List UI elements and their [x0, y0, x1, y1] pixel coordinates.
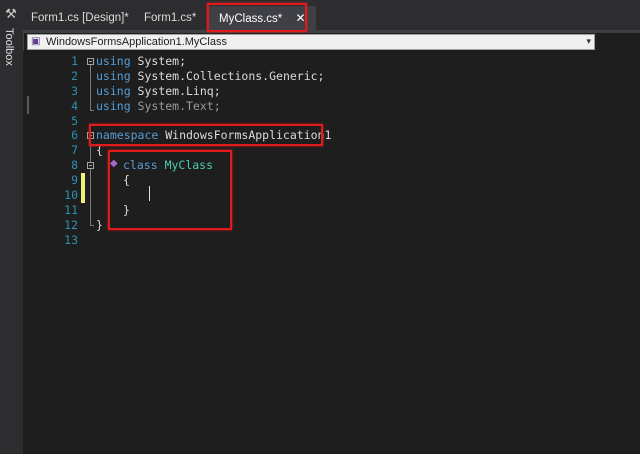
line-number: 1 [71, 54, 78, 68]
line-number: 5 [71, 114, 78, 128]
tab-label: Form1.cs [Design]* [31, 12, 129, 24]
code-text: System.Collections.Generic; [130, 69, 325, 83]
tab-label: Form1.cs* [144, 12, 197, 24]
code-text-unused: System.Text; [130, 99, 221, 113]
code-line[interactable]: using System.Linq; [96, 84, 221, 99]
annotation-highlight-namespace [89, 124, 323, 146]
line-number: 7 [71, 143, 78, 157]
fold-guide [90, 65, 91, 111]
changed-line-marker [81, 188, 85, 203]
document-tab-strip: Form1.cs [Design]* Form1.cs* MyClass.cs*… [23, 0, 640, 33]
keyword: using [96, 69, 131, 83]
chevron-down-icon[interactable]: ▾ [586, 35, 591, 49]
toolbox-icon[interactable]: ⚒ [4, 8, 18, 22]
fold-guide [90, 110, 94, 111]
line-number: 13 [64, 233, 78, 247]
changed-line-marker [81, 173, 85, 188]
line-number: 2 [71, 69, 78, 83]
type-navigation-dropdown[interactable]: ▣ WindowsFormsApplication1.MyClass ▾ [27, 34, 595, 50]
line-number: 11 [64, 203, 78, 217]
line-number: 3 [71, 84, 78, 98]
line-number: 9 [71, 173, 78, 187]
fold-guide [90, 225, 94, 226]
toolbox-label[interactable]: Toolbox [3, 28, 15, 66]
line-number: 8 [71, 158, 78, 172]
tab-strip-divider [23, 30, 640, 33]
line-number: 4 [71, 99, 78, 113]
annotation-highlight-tab [207, 3, 307, 32]
line-number: 6 [71, 128, 78, 142]
collapse-icon[interactable] [87, 58, 94, 65]
code-line[interactable]: using System.Collections.Generic; [96, 69, 325, 84]
editor-margin-marker [27, 96, 29, 114]
line-number: 10 [64, 188, 78, 202]
code-text: System.Linq; [130, 84, 221, 98]
tab-form1-cs[interactable]: Form1.cs* [136, 6, 204, 30]
keyword: using [96, 84, 131, 98]
code-line[interactable]: using System; [96, 54, 186, 69]
toolbox-panel[interactable]: ⚒ Toolbox [0, 0, 24, 454]
annotation-highlight-class [108, 150, 232, 230]
class-icon: ▣ [31, 36, 41, 47]
line-number: 12 [64, 218, 78, 232]
code-line[interactable]: using System.Text; [96, 99, 221, 114]
navigation-dropdown-value: WindowsFormsApplication1.MyClass [46, 36, 227, 48]
collapse-icon[interactable] [87, 162, 94, 169]
code-line[interactable]: } [96, 218, 103, 233]
fold-guide [90, 169, 91, 211]
code-text: System; [130, 54, 187, 68]
tab-form1-design[interactable]: Form1.cs [Design]* [23, 6, 137, 30]
keyword: using [96, 54, 131, 68]
keyword: using [96, 99, 131, 113]
